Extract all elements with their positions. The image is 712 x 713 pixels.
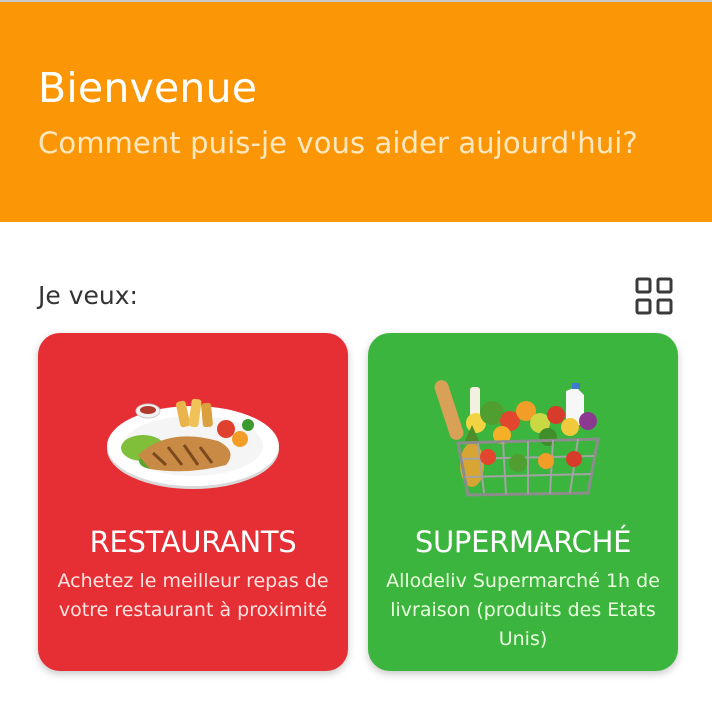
page-title: Bienvenue — [38, 64, 258, 112]
supermarket-card-title: SUPERMARCHÉ — [414, 525, 632, 559]
grid-view-button[interactable] — [634, 276, 674, 316]
grid-icon — [635, 277, 673, 315]
restaurants-card-title: RESTAURANTS — [89, 525, 297, 559]
restaurants-card[interactable]: RESTAURANTS Achetez le meilleur repas de… — [38, 333, 348, 671]
grocery-basket-image — [434, 380, 600, 497]
section-label: Je veux: — [38, 281, 138, 310]
restaurants-card-description: Achetez le meilleur repas de votre resta… — [57, 570, 329, 621]
supermarket-card[interactable]: SUPERMARCHÉ Allodeliv Supermarché 1h de … — [368, 333, 678, 671]
page-subtitle: Comment puis-je vous aider aujourd'hui? — [38, 126, 638, 160]
supermarket-card-description: Allodeliv Supermarché 1h de livraison (p… — [386, 570, 660, 650]
header-banner: Bienvenue Comment puis-je vous aider auj… — [0, 0, 712, 222]
grilled-chicken-plate-image — [107, 398, 279, 489]
